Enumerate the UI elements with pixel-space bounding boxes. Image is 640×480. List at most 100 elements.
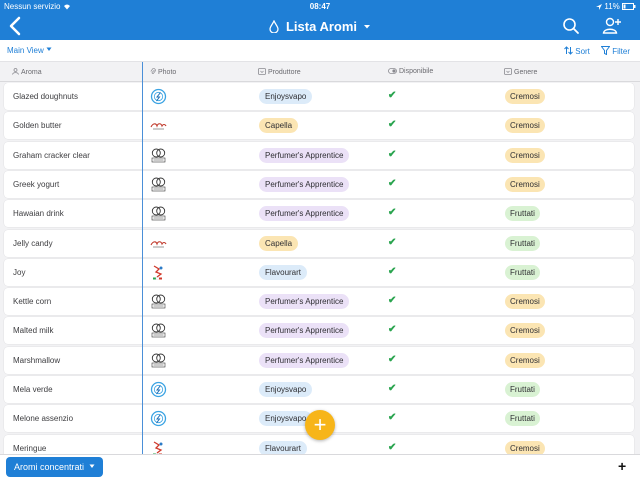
column-header-photo[interactable]: Photo (150, 68, 176, 76)
genre-tag: Cremosi (505, 352, 545, 368)
available-check-icon[interactable]: ✔ (388, 90, 396, 101)
table-row[interactable]: Mela verde Enjoysvapo ✔ Fruttati (4, 376, 634, 403)
available-check-icon[interactable]: ✔ (388, 178, 396, 189)
battery-text: 11% (604, 2, 620, 11)
genre-tag: Cremosi (505, 118, 545, 134)
perfumers-apprentice-logo-icon[interactable] (150, 322, 167, 339)
aroma-cell: Malted milk (13, 326, 54, 336)
drop-icon (269, 19, 280, 34)
available-check-icon[interactable]: ✔ (388, 266, 396, 277)
genre-tag: Fruttati (505, 382, 540, 397)
add-record-button[interactable]: + (305, 410, 335, 440)
caret-down-icon (89, 464, 95, 468)
record-list[interactable]: Glazed doughnuts Enjoysvapo ✔ Cremosi Golden… (0, 83, 640, 454)
capella-logo-icon[interactable] (150, 235, 167, 252)
add-table-icon[interactable]: + (618, 458, 626, 474)
search-icon[interactable] (562, 17, 580, 35)
available-check-icon[interactable]: ✔ (388, 119, 396, 130)
sort-button[interactable]: Sort (564, 46, 590, 56)
producer-tag: Capella (259, 235, 299, 251)
available-check-icon[interactable]: ✔ (388, 412, 396, 423)
table-row[interactable]: Graham cracker clear Perfumer's Apprentic… (4, 141, 634, 169)
table-row[interactable]: Golden butter Capella ✔ Cremosi (4, 112, 634, 140)
available-check-icon[interactable]: ✔ (388, 207, 396, 218)
available-check-icon[interactable]: ✔ (388, 442, 396, 453)
available-check-icon[interactable]: ✔ (388, 295, 396, 306)
perfumers-apprentice-logo-icon[interactable] (150, 147, 167, 164)
perfumers-apprentice-logo-icon[interactable] (150, 176, 167, 193)
view-toolbar: Main View Sort Filter (0, 40, 640, 62)
producer-tag: Perfumer's Apprentice (259, 147, 350, 163)
filter-icon (600, 46, 611, 56)
aroma-cell: Graham cracker clear (13, 150, 90, 160)
producer-tag: Capella (259, 118, 299, 134)
table-row[interactable]: Kettle corn Perfumer's Apprentice ✔ Cremosi (4, 288, 634, 316)
single-select-icon (258, 68, 266, 75)
table-row[interactable]: Marshmallow Perfumer's Apprentice ✔ Cremosi (4, 346, 634, 374)
aroma-cell: Mela verde (13, 385, 53, 394)
column-header-disponibile[interactable]: Disponibile (388, 68, 433, 75)
aroma-cell: Joy (13, 267, 26, 277)
battery-status: 11% (596, 2, 636, 11)
battery-icon (622, 3, 636, 10)
column-header-row: Aroma Photo Produttore Disponibile Gener… (0, 62, 640, 82)
table-title-selector[interactable]: Lista Aromi (0, 18, 640, 34)
flavourart-logo-icon[interactable] (150, 440, 167, 454)
table-row[interactable]: Hawaian drink Perfumer's Apprentice ✔ Frutt… (4, 200, 634, 228)
aroma-cell: Melone assenzio (13, 414, 74, 424)
aroma-cell: Golden butter (13, 121, 62, 131)
enjoysvapo-logo-icon[interactable] (150, 410, 167, 427)
column-header-genere-label: Genere (514, 69, 538, 76)
table-row[interactable]: Glazed doughnuts Enjoysvapo ✔ Cremosi (4, 83, 634, 110)
perfumers-apprentice-logo-icon[interactable] (150, 205, 167, 222)
table-switcher-button[interactable]: Aromi concentrati (6, 457, 103, 477)
perfumers-apprentice-logo-icon[interactable] (150, 352, 167, 369)
frozen-column-divider (142, 62, 143, 454)
producer-tag: Enjoysvapo (259, 382, 313, 397)
enjoysvapo-logo-icon[interactable] (150, 88, 167, 105)
available-check-icon[interactable]: ✔ (388, 383, 396, 394)
location-icon (596, 4, 603, 10)
clock: 08:47 (309, 2, 331, 11)
table-switcher-label: Aromi concentrati (14, 462, 85, 472)
table-row[interactable]: Malted milk Perfumer's Apprentice ✔ Cremosi (4, 317, 634, 345)
table-row[interactable]: Jelly candy Capella ✔ Fruttati (4, 229, 634, 257)
genre-tag: Cremosi (505, 176, 545, 192)
table-row[interactable]: Joy Flavourart ✔ Fruttati (4, 258, 634, 286)
table-row[interactable]: Greek yogurt Perfumer's Apprentice ✔ Cremos… (4, 170, 634, 198)
plus-icon: + (313, 412, 327, 437)
genre-tag: Cremosi (505, 294, 545, 310)
column-header-genere[interactable]: Genere (504, 68, 537, 76)
genre-tag: Fruttati (505, 206, 540, 222)
navigation-bar: Lista Aromi (0, 12, 640, 40)
enjoysvapo-logo-icon[interactable] (150, 381, 167, 398)
column-header-disponibile-label: Disponibile (399, 68, 434, 75)
available-check-icon[interactable]: ✔ (388, 237, 396, 248)
producer-tag: Perfumer's Apprentice (259, 176, 350, 192)
aroma-cell: Greek yogurt (13, 179, 60, 189)
genre-tag: Fruttati (505, 235, 540, 251)
aroma-cell: Jelly candy (13, 238, 53, 248)
genre-tag: Cremosi (505, 147, 545, 163)
aroma-cell: Marshmallow (13, 355, 61, 365)
producer-tag: Flavourart (259, 264, 308, 280)
column-header-produttore[interactable]: Produttore (258, 68, 301, 76)
sort-icon (564, 46, 573, 55)
producer-tag: Perfumer's Apprentice (259, 323, 350, 339)
filter-button[interactable]: Filter (600, 46, 630, 56)
flavourart-logo-icon[interactable] (150, 264, 167, 281)
view-selector[interactable]: Main View (7, 46, 52, 55)
sort-label: Sort (575, 47, 590, 56)
bottom-bar: Aromi concentrati + (0, 454, 640, 480)
genre-tag: Cremosi (505, 89, 545, 104)
producer-tag: Perfumer's Apprentice (259, 352, 350, 368)
producer-tag: Perfumer's Apprentice (259, 294, 350, 310)
column-header-aroma[interactable]: Aroma (12, 68, 42, 76)
genre-tag: Fruttati (505, 411, 540, 427)
available-check-icon[interactable]: ✔ (388, 324, 396, 335)
perfumers-apprentice-logo-icon[interactable] (150, 293, 167, 310)
available-check-icon[interactable]: ✔ (388, 149, 396, 160)
available-check-icon[interactable]: ✔ (388, 354, 396, 365)
add-user-icon[interactable] (602, 16, 622, 36)
capella-logo-icon[interactable] (150, 117, 167, 134)
